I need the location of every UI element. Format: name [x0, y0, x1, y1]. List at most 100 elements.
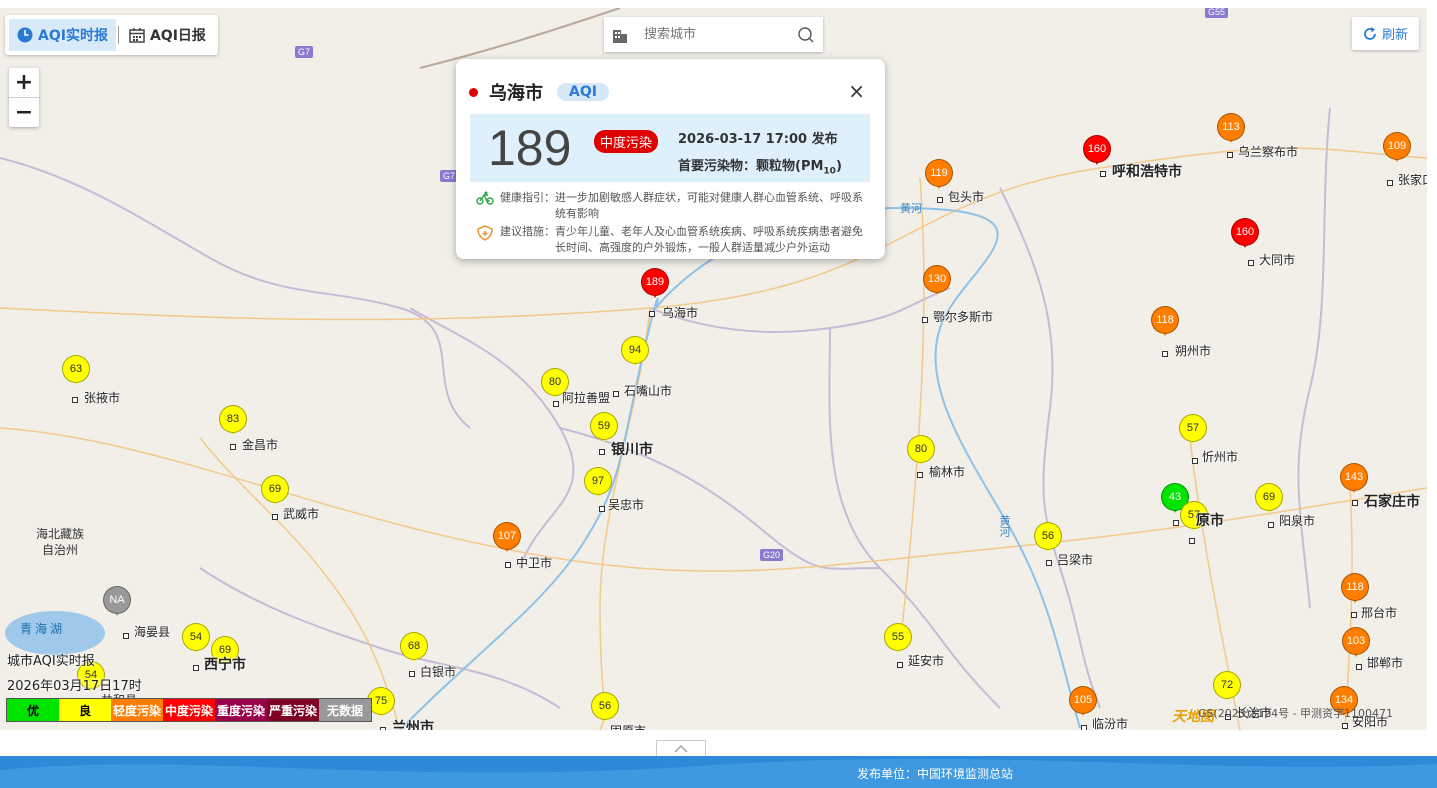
city-search-box [604, 17, 823, 52]
collapse-toggle[interactable] [656, 740, 706, 757]
city-label: 邢台市 [1361, 606, 1398, 620]
city-label: 石家庄市 [1364, 494, 1420, 510]
city-info-popup: 乌海市 AQI × 189 中度污染 2026-03-17 17:00 发布 首… [456, 59, 885, 259]
refresh-label: 刷新 [1381, 28, 1408, 43]
map-copyright: GS(2023)3124号 - 甲测资字1100471 [1198, 707, 1394, 720]
aqi-marker-value: 94 [621, 336, 649, 364]
aqi-marker[interactable]: 160 [1230, 217, 1260, 255]
city-dot [1100, 171, 1106, 177]
city-dot [1248, 260, 1254, 266]
aqi-marker[interactable]: NA [102, 585, 132, 623]
legend-item: 中度污染 [163, 699, 215, 721]
tab-realtime-label: AQI实时报 [38, 28, 108, 44]
city-label: 临汾市 [1092, 717, 1129, 730]
aqi-marker-value: 143 [1340, 463, 1368, 491]
road-sign: G7 [295, 46, 314, 58]
publisher: 发布单位：中国环境监测总站 [857, 767, 1014, 781]
legend-time: 2026年03月17日17时 [7, 679, 142, 694]
city-dot [1162, 351, 1168, 357]
aqi-marker[interactable]: 72 [1212, 670, 1242, 708]
aqi-marker-value: 113 [1217, 113, 1245, 141]
city-dot [1342, 723, 1348, 729]
city-dot [1352, 500, 1358, 506]
city-label: 海晏县 [134, 625, 171, 639]
bicycle-icon [476, 191, 494, 222]
legend-item: 严重污染 [267, 699, 319, 721]
road-sign: G20 [760, 549, 784, 561]
aqi-marker[interactable]: 109 [1382, 131, 1412, 169]
refresh-button[interactable]: 刷新 [1352, 17, 1419, 50]
aqi-marker[interactable]: 94 [620, 335, 650, 373]
legend-item: 优 [7, 699, 59, 721]
city-dot [193, 665, 199, 671]
city-label: 延安市 [908, 654, 945, 668]
legend-item: 重度污染 [215, 699, 267, 721]
building-icon [612, 27, 628, 43]
tab-realtime[interactable]: AQI实时报 [9, 19, 116, 51]
city-label: 包头市 [948, 190, 985, 204]
aqi-marker-value: 103 [1342, 627, 1370, 655]
zoom-out-button[interactable]: − [9, 98, 39, 127]
search-input[interactable] [642, 26, 786, 43]
aqi-marker-value: 56 [591, 692, 619, 720]
city-dot [937, 197, 943, 203]
city-label: 兰州市 [392, 720, 434, 730]
aqi-marker-value: NA [103, 586, 131, 614]
zoom-control: + − [9, 68, 39, 127]
aqi-marker-value: 130 [923, 265, 951, 293]
city-dot [1046, 560, 1052, 566]
city-label: 朔州市 [1175, 344, 1212, 358]
aqi-marker-value: 55 [884, 623, 912, 651]
city-label: 原市 [1196, 513, 1224, 529]
region-label: 海北藏族 自治州 [36, 527, 85, 557]
health-guide: 健康指引： 进一步加剧敏感人群症状，可能对健康人群心血管系统、呼吸系统有影响 [476, 190, 866, 222]
city-label: 榆林市 [929, 465, 966, 479]
tab-daily[interactable]: AQI日报 [121, 19, 214, 51]
city-dot [599, 506, 605, 512]
aqi-marker[interactable]: 57 [1178, 413, 1208, 451]
aqi-marker-value: 63 [62, 355, 90, 383]
aqi-marker-value: 69 [261, 475, 289, 503]
city-label: 固原市 [610, 722, 646, 730]
aqi-marker-value: 118 [1151, 306, 1179, 334]
aqi-marker[interactable]: 63 [61, 354, 91, 392]
zoom-in-button[interactable]: + [9, 68, 39, 98]
aqi-marker[interactable]: 160 [1082, 134, 1112, 172]
aqi-value: 189 [488, 120, 572, 176]
footer-bar: 发布单位：中国环境监测总站 [0, 756, 1437, 788]
city-dot [230, 444, 236, 450]
lake-label: 青海湖 [20, 622, 66, 636]
chevron-up-icon [674, 745, 688, 753]
city-dot [123, 633, 129, 639]
city-dot [409, 671, 415, 677]
aqi-marker-value: 56 [1034, 522, 1062, 550]
city-label: 武威市 [283, 507, 320, 521]
aqi-marker-value: 118 [1341, 573, 1369, 601]
aqi-marker[interactable]: 118 [1150, 305, 1180, 343]
legend-item: 轻度污染 [111, 699, 163, 721]
aqi-marker-value: 160 [1083, 135, 1111, 163]
city-label: 西宁市 [204, 657, 246, 673]
city-dot [599, 449, 605, 455]
city-label: 呼和浩特市 [1112, 164, 1182, 180]
city-dot [1268, 522, 1274, 528]
city-label: 吕梁市 [1057, 553, 1094, 567]
legend-item: 无数据 [319, 699, 371, 721]
city-label: 金昌市 [242, 438, 279, 452]
search-icon[interactable] [798, 26, 814, 43]
aqi-marker[interactable]: 130 [922, 264, 952, 302]
aqi-marker[interactable]: 189 [640, 267, 670, 305]
aqi-marker-value: 109 [1383, 132, 1411, 160]
city-dot [272, 514, 278, 520]
city-label: 石嘴山市 [624, 384, 673, 398]
aqi-marker-value: 59 [590, 412, 618, 440]
city-label: 大同市 [1259, 253, 1296, 267]
city-dot [1189, 538, 1195, 544]
aqi-marker-value: 119 [925, 159, 953, 187]
close-icon[interactable]: × [848, 79, 865, 103]
city-dot [922, 317, 928, 323]
aqi-marker-value: 83 [219, 405, 247, 433]
city-label: 张家口 [1398, 173, 1427, 187]
city-dot [897, 662, 903, 668]
city-label: 阳泉市 [1279, 514, 1316, 528]
